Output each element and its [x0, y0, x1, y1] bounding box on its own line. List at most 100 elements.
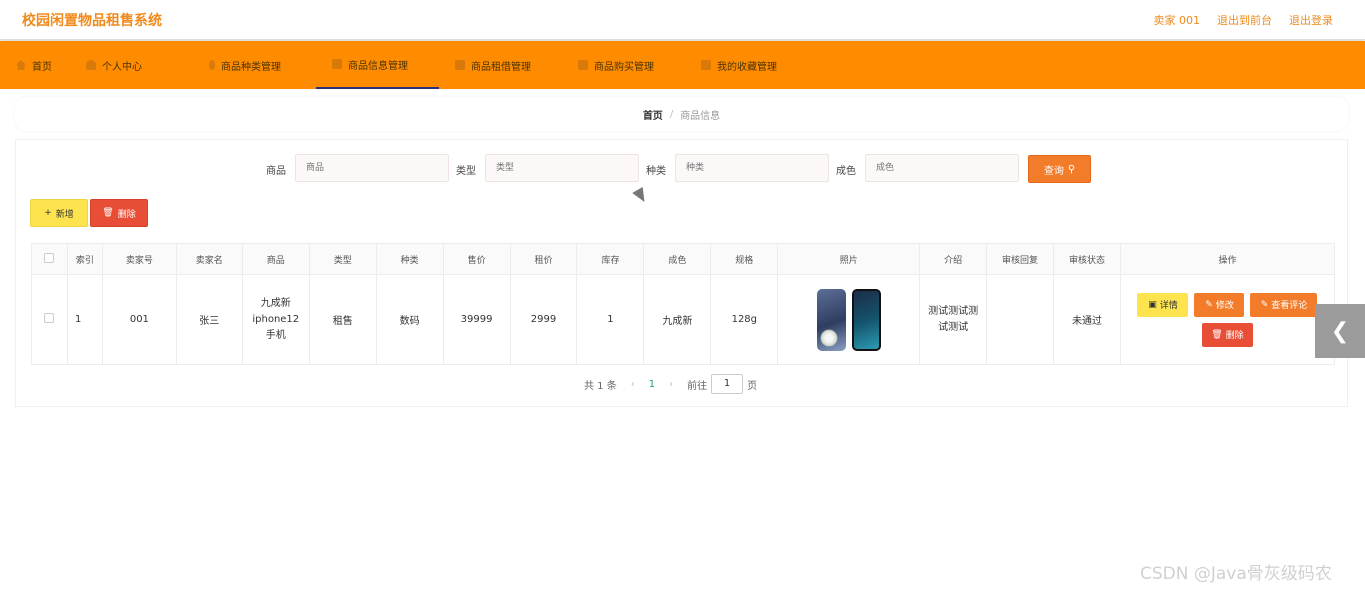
column-header[interactable]: 规格	[710, 243, 779, 275]
top-links: 卖家 001 退出到前台 退出登录	[1154, 12, 1334, 28]
delete-label: 删除	[117, 209, 136, 220]
review-reply-cell	[986, 274, 1055, 365]
nav-label: 首页	[32, 61, 52, 73]
column-header[interactable]: 类型	[308, 243, 377, 275]
column-header[interactable]: 索引	[66, 243, 103, 275]
pagination: 共 1 条 ‹ 1 › 前往 1 页	[584, 374, 757, 394]
edit-label: 修改	[1215, 301, 1234, 311]
content-panel: 商品 类型 种类 成色 查询 ⚲ + 新增 🗑 删除 索引 卖家号 卖家名 商品…	[15, 139, 1348, 407]
column-header[interactable]: 卖家号	[101, 243, 177, 275]
next-page-icon[interactable]: ›	[669, 379, 673, 390]
index-cell: 1	[66, 274, 103, 365]
nav-item-purchase-manage[interactable]: 商品购买管理	[562, 41, 685, 89]
table-row: 1 001 张三 九成新iphone12手机 租售 数码 39999 2999 …	[31, 274, 1336, 365]
row-checkbox[interactable]	[44, 313, 55, 323]
nav-label: 我的收藏管理	[717, 61, 777, 73]
grid-icon	[578, 60, 588, 70]
goto-page-input[interactable]: 1	[711, 374, 744, 394]
plus-icon: +	[44, 208, 52, 218]
nav-item-home[interactable]: 首页	[0, 41, 70, 89]
trash-icon: 🗑	[102, 208, 114, 218]
select-all-cell	[31, 243, 68, 275]
pin-icon	[209, 60, 215, 70]
photo-cell	[777, 274, 921, 365]
nav-item-favorites-manage[interactable]: 我的收藏管理	[685, 41, 808, 89]
seller-account-link[interactable]: 卖家 001	[1154, 12, 1201, 28]
column-header[interactable]: 商品	[241, 243, 310, 275]
phone-back-image	[816, 288, 846, 351]
type-search-input[interactable]	[485, 154, 639, 182]
column-header[interactable]: 库存	[576, 243, 645, 275]
bulk-delete-button[interactable]: 🗑 删除	[90, 199, 148, 227]
row-operations: ▣ 详情 ✎ 修改 ✎ 查看评论 🗑 删除	[1132, 292, 1322, 347]
column-header[interactable]: 介绍	[919, 243, 988, 275]
query-label: 查询	[1043, 165, 1064, 177]
row-delete-button[interactable]: 🗑 删除	[1201, 322, 1253, 347]
view-comments-button[interactable]: ✎ 查看评论	[1250, 292, 1318, 317]
nav-label: 商品信息管理	[348, 60, 408, 72]
nav-item-rental-manage[interactable]: 商品租借管理	[439, 41, 562, 89]
column-header[interactable]: 卖家名	[175, 243, 243, 275]
type-label: 类型	[456, 166, 476, 177]
nav-label: 商品种类管理	[221, 61, 281, 73]
condition-label: 成色	[836, 166, 856, 177]
app-title: 校园闲置物品租售系统	[22, 13, 162, 29]
user-icon	[86, 60, 96, 70]
nav-item-profile[interactable]: 个人中心	[70, 41, 193, 89]
nav-label: 个人中心	[102, 61, 142, 73]
column-header[interactable]: 租价	[509, 243, 578, 275]
main-nav: 首页 个人中心 商品种类管理 商品信息管理 商品租借管理 商品购买管理 我的收藏…	[0, 41, 1365, 89]
detail-button[interactable]: ▣ 详情	[1137, 292, 1189, 317]
view-comments-label: 查看评论	[1271, 301, 1308, 311]
watermark: CSDN @Java骨灰级码农	[1140, 564, 1332, 584]
operations-cell: ▣ 详情 ✎ 修改 ✎ 查看评论 🗑 删除	[1119, 274, 1336, 365]
column-header[interactable]: 审核状态	[1053, 243, 1121, 275]
query-button[interactable]: 查询 ⚲	[1028, 155, 1091, 183]
prev-page-icon[interactable]: ‹	[631, 379, 635, 390]
chart-icon	[701, 60, 711, 70]
page-suffix-label: 页	[747, 380, 758, 392]
document-icon	[332, 59, 342, 69]
product-cell: 九成新iphone12手机	[241, 274, 310, 365]
logout-link[interactable]: 退出登录	[1289, 12, 1333, 28]
column-header[interactable]: 成色	[643, 243, 712, 275]
column-header[interactable]: 审核回复	[986, 243, 1055, 275]
category-cell: 数码	[375, 274, 444, 365]
spec-cell: 128g	[710, 274, 779, 365]
document-icon: ▣	[1148, 299, 1157, 310]
select-all-checkbox[interactable]	[44, 252, 55, 263]
price-cell: 39999	[442, 274, 511, 365]
nav-item-product-manage[interactable]: 商品信息管理	[316, 41, 439, 89]
stock-cell: 1	[576, 274, 645, 365]
column-header[interactable]: 售价	[442, 243, 511, 275]
side-panel-toggle[interactable]: ❮	[1315, 304, 1365, 358]
cloud-icon	[455, 60, 465, 70]
seller-no-cell: 001	[101, 274, 177, 365]
back-to-front-link[interactable]: 退出到前台	[1217, 12, 1272, 28]
breadcrumb-separator: /	[669, 108, 674, 120]
table-header-row: 索引 卖家号 卖家名 商品 类型 种类 售价 租价 库存 成色 规格 照片 介绍…	[31, 243, 1336, 275]
category-search-input[interactable]	[675, 154, 829, 182]
nav-item-category-manage[interactable]: 商品种类管理	[193, 41, 316, 89]
product-photo[interactable]	[778, 288, 919, 351]
phone-front-image	[851, 288, 881, 351]
add-button[interactable]: + 新增	[30, 199, 88, 227]
search-icon: ⚲	[1067, 163, 1076, 175]
detail-label: 详情	[1159, 301, 1178, 311]
row-delete-label: 删除	[1225, 331, 1244, 341]
row-select-cell	[31, 274, 68, 365]
condition-search-input[interactable]	[865, 154, 1019, 182]
product-label: 商品	[266, 166, 286, 177]
trash-icon: 🗑	[1211, 329, 1223, 340]
add-label: 新增	[55, 209, 74, 220]
column-header[interactable]: 照片	[777, 243, 921, 275]
breadcrumb-home[interactable]: 首页	[643, 107, 663, 122]
column-header[interactable]: 种类	[375, 243, 444, 275]
page-number-current[interactable]: 1	[649, 379, 655, 390]
top-bar: 校园闲置物品租售系统 卖家 001 退出到前台 退出登录	[0, 0, 1365, 40]
page-jump: 前往 1 页	[687, 374, 757, 394]
pencil-icon: ✎	[1205, 299, 1213, 310]
product-search-input[interactable]	[295, 154, 449, 182]
edit-button[interactable]: ✎ 修改	[1194, 292, 1245, 317]
chevron-left-icon: ❮	[1330, 318, 1350, 344]
